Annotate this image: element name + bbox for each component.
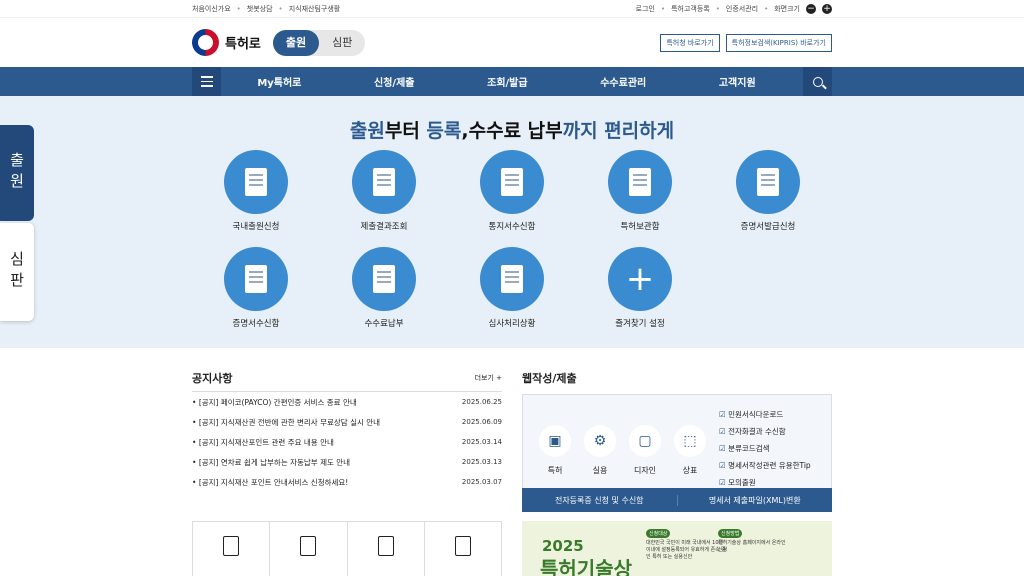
kipo-link-button[interactable]: 특허청 바로가기 bbox=[660, 33, 720, 52]
document-icon bbox=[300, 536, 317, 556]
link-ip-life[interactable]: 지식재산팀구생활 bbox=[289, 4, 341, 14]
quick-link[interactable] bbox=[348, 522, 425, 576]
link-cert[interactable]: 인증서관리 bbox=[726, 4, 758, 14]
utility-icon: ⚙ bbox=[584, 425, 616, 457]
registration-cert-button[interactable]: 전자등록증 신청 및 수신함 bbox=[522, 494, 678, 506]
zoom-out-button[interactable]: − bbox=[806, 3, 816, 14]
nav-apply[interactable]: 신청/제출 bbox=[374, 74, 414, 89]
link-register[interactable]: 특허고객등록 bbox=[671, 4, 710, 14]
web-design-button[interactable]: ▢ 디자인 bbox=[629, 425, 661, 476]
link-chatbot[interactable]: 챗봇상담 bbox=[247, 4, 273, 14]
notice-more-link[interactable]: 더보기 + bbox=[475, 373, 502, 383]
list-item[interactable]: [공지] 연차료 쉽게 납부하는 자동납부 제도 안내2025.03.13 bbox=[192, 452, 502, 472]
notice-title: 공지사항 bbox=[192, 372, 233, 385]
nav-my[interactable]: My특허로 bbox=[257, 74, 301, 89]
link-spec-tip[interactable]: 명세서작성관련 유용한Tip bbox=[719, 457, 811, 474]
menu-icon[interactable] bbox=[192, 67, 221, 96]
design-icon: ▢ bbox=[629, 425, 661, 457]
list-item[interactable]: [공지] 지식재산포인트 관련 주요 내용 안내2025.03.14 bbox=[192, 432, 502, 452]
notice-section: 공지사항 더보기 + [공지] 페이코(PAYCO) 간편인증 서비스 종료 안내… bbox=[192, 370, 502, 492]
patent-icon: ▣ bbox=[539, 425, 571, 457]
banner-patent-award[interactable]: 2025 특허기술상 신청대상 대한민국 국민이 미래 국내에서 10년이내에 … bbox=[522, 521, 832, 576]
header: 특허로 출원 심판 특허청 바로가기 특허정보검색(KIPRIS) 바로가기 bbox=[0, 18, 1024, 67]
logo[interactable]: 특허로 bbox=[192, 29, 261, 56]
link-class-code[interactable]: 분류코드검색 bbox=[719, 440, 811, 457]
link-first-visit[interactable]: 처음이신가요 bbox=[192, 4, 231, 14]
plus-icon: + bbox=[625, 259, 655, 299]
service-exam-status[interactable]: 심사처리상황 bbox=[462, 247, 562, 329]
quick-link[interactable] bbox=[425, 522, 501, 576]
hero-title: 출원부터 등록,수수료 납부까지 편리하게 bbox=[349, 120, 675, 142]
service-favorites[interactable]: + 즐겨찾기 설정 bbox=[590, 247, 690, 329]
document-seal-icon bbox=[373, 168, 395, 196]
document-pen-icon bbox=[245, 168, 267, 196]
link-electronic-result[interactable]: 전자화결과 수신함 bbox=[719, 423, 811, 440]
service-certificate-issue[interactable]: 증명서발급신청 bbox=[718, 150, 818, 232]
list-item[interactable]: [공지] 지식재산권 전반에 관한 변리사 무료상담 실시 안내2025.06.… bbox=[192, 412, 502, 432]
link-login[interactable]: 로그인 bbox=[636, 4, 655, 14]
web-utility-button[interactable]: ⚙ 실용 bbox=[584, 425, 616, 476]
tab-trial[interactable]: 심판 bbox=[319, 30, 365, 56]
service-certificate-inbox[interactable]: 증명서수신함 bbox=[206, 247, 306, 329]
nav-support[interactable]: 고객지원 bbox=[719, 74, 756, 89]
web-patent-button[interactable]: ▣ 특허 bbox=[539, 425, 571, 476]
magnifier-document-icon bbox=[629, 168, 651, 196]
tab-application[interactable]: 출원 bbox=[272, 29, 320, 56]
label-zoom: 화면크기 bbox=[774, 4, 800, 13]
mail-icon bbox=[245, 265, 267, 293]
web-trademark-button[interactable]: ⬚ 상표 bbox=[674, 425, 706, 476]
service-submission-result[interactable]: 제출결과조회 bbox=[334, 150, 434, 232]
zoom-in-button[interactable]: + bbox=[822, 3, 832, 14]
download-icon bbox=[223, 536, 240, 556]
list-item[interactable]: [공지] 지식재산 포인트 안내서비스 신청하세요!2025.03.07 bbox=[192, 472, 502, 492]
edit-document-icon bbox=[501, 265, 523, 293]
service-domestic-application[interactable]: 국내출원신청 bbox=[206, 150, 306, 232]
kipris-link-button[interactable]: 특허정보검색(KIPRIS) 바로가기 bbox=[725, 33, 832, 52]
emblem-icon bbox=[192, 29, 219, 56]
sidetab-trial[interactable]: 심판 bbox=[0, 223, 34, 321]
payment-icon bbox=[373, 265, 395, 293]
faq-icon bbox=[377, 536, 394, 556]
quick-links bbox=[192, 521, 502, 576]
trademark-icon: ⬚ bbox=[674, 425, 706, 457]
nav-inquiry[interactable]: 조회/발급 bbox=[487, 74, 527, 89]
mode-switch: 출원 심판 bbox=[272, 29, 366, 56]
logo-text: 특허로 bbox=[225, 37, 261, 52]
web-bar: 전자등록증 신청 및 수신함 명세서 제출파일(XML)변환 bbox=[522, 488, 832, 512]
utility-bar: 처음이신가요 • 챗봇상담 • 지식재산팀구생활 로그인 • 특허고객등록 • 인증서관… bbox=[0, 0, 1024, 18]
checklist-icon bbox=[454, 536, 471, 556]
nav-fees[interactable]: 수수료관리 bbox=[600, 74, 646, 89]
web-submit-section: 웹작성/제출 ▣특허 ⚙실용 ▢디자인 ⬚상표 민원서식다운로드 전자화결과 수… bbox=[522, 370, 832, 489]
service-fee-payment[interactable]: 수수료납부 bbox=[334, 247, 434, 329]
link-forms[interactable]: 민원서식다운로드 bbox=[719, 406, 811, 423]
search-icon bbox=[812, 76, 823, 87]
quick-link[interactable] bbox=[270, 522, 348, 576]
web-title: 웹작성/제출 bbox=[522, 372, 577, 385]
xml-convert-button[interactable]: 명세서 제출파일(XML)변환 bbox=[678, 495, 833, 506]
envelope-document-icon bbox=[757, 168, 779, 196]
list-item[interactable]: [공지] 페이코(PAYCO) 간편인증 서비스 종료 안내2025.06.25 bbox=[192, 392, 502, 412]
quick-link[interactable] bbox=[193, 522, 271, 576]
document-badge-icon bbox=[501, 168, 523, 196]
sidetab-application[interactable]: 출원 bbox=[0, 125, 34, 221]
search-button[interactable] bbox=[803, 67, 832, 96]
main-nav: My특허로 신청/제출 조회/발급 수수료관리 고객지원 bbox=[0, 67, 1024, 96]
service-patent-storage[interactable]: 특허보관함 bbox=[590, 150, 690, 232]
hero: 출원부터 등록,수수료 납부까지 편리하게 국내출원신청 제출결과조회 통지서수… bbox=[0, 96, 1024, 348]
service-notice-inbox[interactable]: 통지서수신함 bbox=[462, 150, 562, 232]
